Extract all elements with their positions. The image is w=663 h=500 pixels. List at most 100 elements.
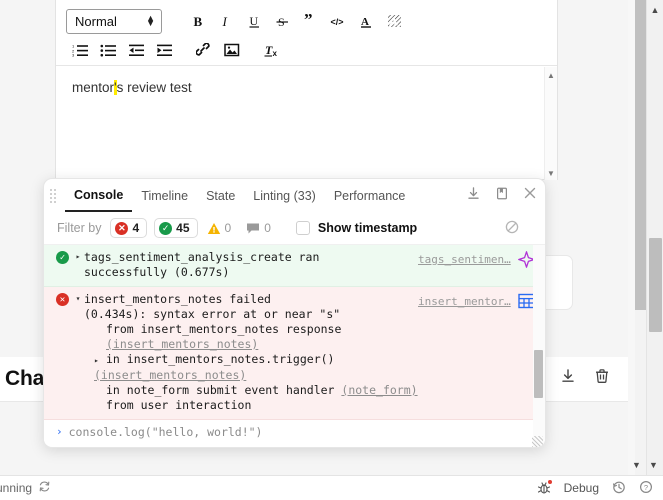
comment-icon xyxy=(247,223,260,233)
status-left-group: unning xyxy=(0,480,51,496)
filter-success-badge[interactable]: ✓ 45 xyxy=(154,218,198,238)
history-button[interactable] xyxy=(612,480,626,497)
log-line-5-ref[interactable]: (note_form) xyxy=(341,383,417,397)
error-icon: ✕ xyxy=(115,221,129,235)
outdent-button[interactable] xyxy=(122,37,150,63)
editor-toolbar: Normal ▲ ▼ B I U S ” </> A A 1 2 3 T x xyxy=(56,0,557,66)
log-entry-success[interactable]: ✓ ▸ tags_sentiment_analysis_create ran su… xyxy=(44,245,545,287)
paragraph-style-select[interactable]: Normal ▲ ▼ xyxy=(66,8,162,34)
blockquote-button[interactable]: ” xyxy=(296,8,324,34)
image-icon xyxy=(224,43,240,57)
italic-button[interactable]: I xyxy=(212,8,240,34)
close-icon xyxy=(524,187,536,199)
console-command-row[interactable]: › console.log("hello, world!") xyxy=(44,420,545,445)
clear-console-button[interactable] xyxy=(505,220,519,237)
log-line-5-text: in note_form submit event handler xyxy=(106,383,342,397)
editor-scrollbar[interactable]: ▲ ▼ xyxy=(544,67,557,180)
scrollbar-thumb[interactable] xyxy=(534,350,543,398)
console-header-actions xyxy=(466,179,537,212)
rich-text-editor: Normal ▲ ▼ B I U S ” </> A A 1 2 3 T x m… xyxy=(55,0,558,180)
log-source-link[interactable]: tags_sentimen… xyxy=(418,253,511,266)
log-line-4: ▸ in insert_mentors_notes.trigger() (inse… xyxy=(84,352,439,383)
log-source-link[interactable]: insert_mentor… xyxy=(418,295,511,308)
page-scrollbar-thumb[interactable] xyxy=(649,238,662,332)
ordered-list-button[interactable]: 1 2 3 xyxy=(66,37,94,63)
log-line-4-text: in insert_mentors_notes.trigger() xyxy=(106,352,342,366)
clear-console-icon xyxy=(505,220,519,233)
chat-download-button[interactable] xyxy=(560,368,576,389)
show-timestamp-checkbox[interactable] xyxy=(295,221,310,235)
log-line-1: tags_sentiment_analysis_create ran xyxy=(84,250,320,264)
trash-icon xyxy=(596,369,608,383)
drag-handle-icon[interactable] xyxy=(50,188,60,203)
expand-caret-icon[interactable]: ▸ xyxy=(72,252,84,261)
image-button[interactable] xyxy=(218,37,246,63)
indent-button[interactable] xyxy=(150,37,178,63)
toolbar-row-2: 1 2 3 T x xyxy=(66,36,547,64)
log-line-4-ref[interactable]: (insert_mentors_notes) xyxy=(94,368,246,382)
copy-icon xyxy=(497,187,507,199)
page-scroll-down-icon[interactable]: ▼ xyxy=(649,460,658,470)
inner-expand-caret-icon[interactable]: ▸ xyxy=(94,353,106,368)
editor-content-area[interactable]: mentor's review test xyxy=(56,66,557,179)
log-line-3-ref[interactable]: (insert_mentors_notes) xyxy=(106,337,258,351)
help-button[interactable]: ? xyxy=(639,480,653,497)
chat-header-actions xyxy=(560,368,610,389)
debug-button[interactable] xyxy=(537,480,552,495)
filter-warnings-badge[interactable]: 0 xyxy=(204,219,238,237)
highlight-color-button[interactable]: A xyxy=(380,8,408,34)
console-copy-button[interactable] xyxy=(495,186,509,206)
tab-console[interactable]: Console xyxy=(65,180,133,212)
filter-messages-count: 0 xyxy=(264,221,271,235)
scroll-up-icon[interactable]: ▲ xyxy=(545,71,557,80)
warning-icon xyxy=(207,222,220,234)
download-icon xyxy=(562,369,574,382)
text-color-button[interactable]: A xyxy=(352,8,380,34)
console-log-scrollbar[interactable] xyxy=(533,245,545,447)
svg-text:I: I xyxy=(221,14,227,29)
clear-formatting-button[interactable]: T x xyxy=(258,37,286,63)
scroll-down-icon[interactable]: ▼ xyxy=(545,169,557,178)
tab-performance[interactable]: Performance xyxy=(325,180,415,212)
bold-button[interactable]: B xyxy=(184,8,212,34)
log-entry-text: insert_mentors_notes failed (0.434s): syn… xyxy=(84,292,535,413)
log-entry-error[interactable]: ✕ ▾ insert_mentors_notes failed (0.434s):… xyxy=(44,287,545,420)
filter-messages-badge[interactable]: 0 xyxy=(244,219,277,237)
underline-button[interactable]: U xyxy=(240,8,268,34)
console-close-button[interactable] xyxy=(523,186,537,205)
text-color-icon: A xyxy=(360,16,371,28)
strikethrough-button[interactable]: S xyxy=(268,8,296,34)
link-button[interactable] xyxy=(190,37,218,63)
log-line-2: (0.434s): syntax error at or near "s" xyxy=(84,307,341,321)
filter-success-count: 45 xyxy=(176,221,190,235)
console-command-input[interactable]: console.log("hello, world!") xyxy=(69,425,263,439)
filter-warnings-count: 0 xyxy=(224,221,232,235)
bullet-list-button[interactable] xyxy=(94,37,122,63)
inner-scrollbar-thumb[interactable] xyxy=(635,0,646,310)
tab-state[interactable]: State xyxy=(197,180,244,212)
inner-scrollbar-track[interactable] xyxy=(635,310,646,475)
console-download-button[interactable] xyxy=(466,186,481,206)
italic-icon: I xyxy=(221,14,227,29)
svg-text:3: 3 xyxy=(72,53,75,57)
success-icon: ✓ xyxy=(159,221,173,235)
tab-linting[interactable]: Linting (33) xyxy=(244,180,325,212)
refresh-button[interactable] xyxy=(38,480,51,496)
code-button[interactable]: </> xyxy=(324,8,352,34)
bold-icon: B xyxy=(193,14,202,29)
collapse-caret-icon[interactable]: ▾ xyxy=(72,294,84,303)
filter-errors-badge[interactable]: ✕ 4 xyxy=(110,218,148,238)
resize-grip-icon[interactable] xyxy=(532,436,543,447)
log-line-1: insert_mentors_notes failed xyxy=(84,292,271,306)
quote-icon: ” xyxy=(304,14,313,29)
filter-errors-count: 4 xyxy=(132,221,140,235)
error-status-icon: ✕ xyxy=(56,293,69,306)
svg-text:B: B xyxy=(193,14,202,29)
page-scrollbar[interactable]: ▲ xyxy=(646,0,663,475)
inner-scroll-down-icon[interactable]: ▼ xyxy=(632,460,641,470)
tab-timeline[interactable]: Timeline xyxy=(132,180,197,212)
editor-text-before: mentor xyxy=(72,80,115,95)
page-scroll-up-icon[interactable]: ▲ xyxy=(647,5,663,15)
chat-delete-button[interactable] xyxy=(594,368,610,389)
status-right-group: Debug ? xyxy=(537,480,653,497)
